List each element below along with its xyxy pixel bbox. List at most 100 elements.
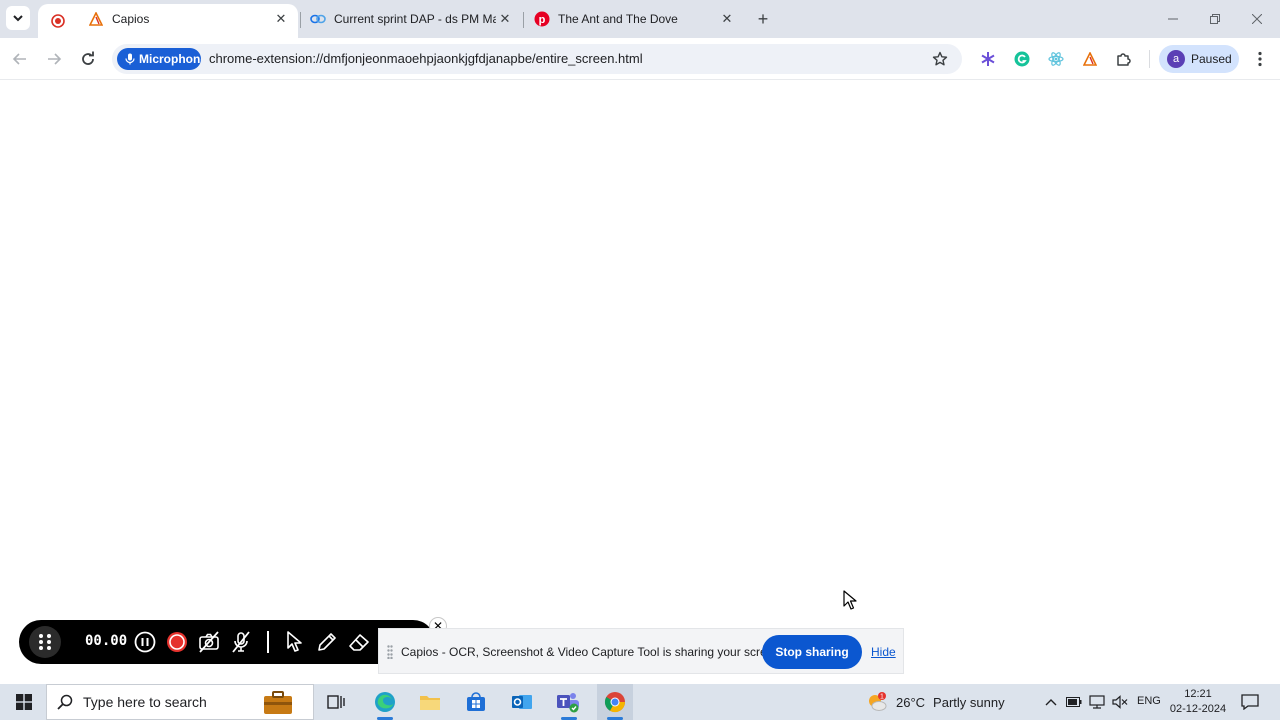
tab-ant-and-dove[interactable]: p The Ant and The Dove ✕ <box>522 0 744 38</box>
avatar: a <box>1167 50 1185 68</box>
stop-sharing-button[interactable]: Stop sharing <box>762 635 862 669</box>
drag-handle[interactable] <box>29 626 61 658</box>
microphone-indicator-chip[interactable]: Microphone <box>117 48 201 70</box>
microphone-off-icon <box>232 631 250 653</box>
forward-button[interactable] <box>42 47 66 71</box>
eraser-icon <box>349 634 369 651</box>
back-button[interactable] <box>8 47 32 71</box>
extension-react-button[interactable] <box>1046 49 1066 69</box>
hide-link[interactable]: Hide <box>871 645 896 659</box>
task-view-button[interactable] <box>322 688 350 716</box>
taskbar-file-explorer[interactable] <box>416 688 444 716</box>
taskbar-edge[interactable] <box>371 688 399 716</box>
star-icon <box>932 51 948 66</box>
weather-description: Partly sunny <box>933 694 1005 710</box>
folder-icon <box>420 696 440 710</box>
chevron-down-icon <box>13 15 23 22</box>
taskbar-teams[interactable] <box>554 688 582 716</box>
url-text: chrome-extension://dmfjonjeonmaoehpjaonk… <box>209 51 643 66</box>
clock-time: 12:21 <box>1184 688 1212 700</box>
extension-snowflake-button[interactable] <box>978 49 998 69</box>
stop-recording-button[interactable] <box>165 630 189 654</box>
mouse-cursor-icon <box>843 590 857 610</box>
notifications-button[interactable] <box>1240 692 1260 712</box>
recording-timer: 00.00 <box>85 633 128 649</box>
search-placeholder: Type here to search <box>83 694 207 710</box>
edge-icon <box>375 692 395 712</box>
pointer-tool-button[interactable] <box>283 630 307 654</box>
tab-close-button[interactable]: ✕ <box>272 10 290 28</box>
react-icon <box>1048 52 1064 66</box>
sun-cloud-icon: 1 <box>869 692 887 711</box>
system-clock[interactable]: 12:21 02-12-2024 <box>1168 687 1228 717</box>
input-language[interactable]: ENG <box>1137 695 1161 707</box>
pointer-icon <box>287 631 302 652</box>
close-window-button[interactable] <box>1234 0 1280 38</box>
show-hidden-icons-button[interactable] <box>1041 692 1061 712</box>
notification-icon <box>1241 694 1259 710</box>
store-icon <box>467 692 485 711</box>
more-vertical-icon <box>1258 51 1262 67</box>
network-indicator[interactable] <box>1087 692 1107 712</box>
tab-strip: Capios ✕ Current sprint DAP - ds PM Ma ✕… <box>0 0 1280 38</box>
new-tab-button[interactable]: + <box>752 8 774 30</box>
puzzle-icon <box>1117 53 1131 66</box>
battery-indicator[interactable] <box>1064 692 1084 712</box>
reload-button[interactable] <box>76 47 100 71</box>
windows-logo-icon <box>16 694 32 710</box>
minimize-icon <box>1168 18 1178 20</box>
link-icon <box>310 11 326 27</box>
close-icon <box>1252 14 1262 24</box>
taskbar-outlook[interactable] <box>508 688 536 716</box>
camera-toggle-button[interactable] <box>197 630 221 654</box>
snowflake-icon <box>981 52 995 66</box>
chevron-up-icon <box>1045 699 1057 706</box>
teams-icon <box>557 693 579 713</box>
weather-temperature: 26°C <box>896 694 926 710</box>
bookmark-star-button[interactable] <box>930 49 950 69</box>
toolbar-divider <box>267 631 269 653</box>
pause-icon <box>134 631 156 653</box>
clock-date: 02-12-2024 <box>1169 703 1227 715</box>
extensions-menu-button[interactable] <box>1114 49 1134 69</box>
address-bar[interactable]: Microphone chrome-extension://dmfjonjeon… <box>112 44 962 74</box>
toolbar-divider <box>1149 50 1150 68</box>
grip-dots-icon <box>39 634 51 650</box>
taskbar-search-box[interactable]: Type here to search <box>46 684 314 720</box>
browser-menu-button[interactable] <box>1250 49 1270 69</box>
extension-grammarly-button[interactable] <box>1012 49 1032 69</box>
outlook-icon <box>512 695 532 709</box>
taskbar-microsoft-store[interactable] <box>462 688 490 716</box>
pause-button[interactable] <box>133 630 157 654</box>
tab-title: The Ant and The Dove <box>558 12 678 26</box>
weather-widget[interactable]: 1 26°C Partly sunny <box>866 684 1005 720</box>
arrow-left-icon <box>12 53 26 65</box>
tab-title: Capios <box>112 12 150 26</box>
tab-search-button[interactable] <box>6 6 30 30</box>
eraser-tool-button[interactable] <box>347 630 371 654</box>
task-view-icon <box>327 695 345 709</box>
restore-button[interactable] <box>1192 0 1238 38</box>
camera-off-icon <box>199 631 219 653</box>
taskbar-chrome[interactable] <box>601 688 629 716</box>
microphone-toggle-button[interactable] <box>229 630 253 654</box>
drag-handle-icon[interactable] <box>387 645 393 659</box>
start-button[interactable] <box>6 684 42 720</box>
profile-button[interactable]: a Paused <box>1159 45 1239 73</box>
tab-current-sprint[interactable]: Current sprint DAP - ds PM Ma ✕ <box>298 0 522 38</box>
weather-badge: 1 <box>880 694 884 701</box>
volume-indicator[interactable] <box>1110 692 1130 712</box>
pen-tool-button[interactable] <box>315 630 339 654</box>
minimize-button[interactable] <box>1150 0 1196 38</box>
tab-capios[interactable]: Capios ✕ <box>76 0 298 38</box>
browser-toolbar: Microphone chrome-extension://dmfjonjeon… <box>0 38 1280 80</box>
microphone-chip-label: Microphone <box>139 52 201 66</box>
tab-close-button[interactable]: ✕ <box>718 10 736 28</box>
tab-close-button[interactable]: ✕ <box>496 10 514 28</box>
search-icon <box>57 694 73 710</box>
svg-text:p: p <box>539 14 546 26</box>
battery-icon <box>1066 697 1082 707</box>
extension-capios-button[interactable] <box>1080 49 1100 69</box>
windows-taskbar: Type here to search 1 26°C Partly sunny <box>0 684 1280 720</box>
capios-icon <box>88 11 104 27</box>
